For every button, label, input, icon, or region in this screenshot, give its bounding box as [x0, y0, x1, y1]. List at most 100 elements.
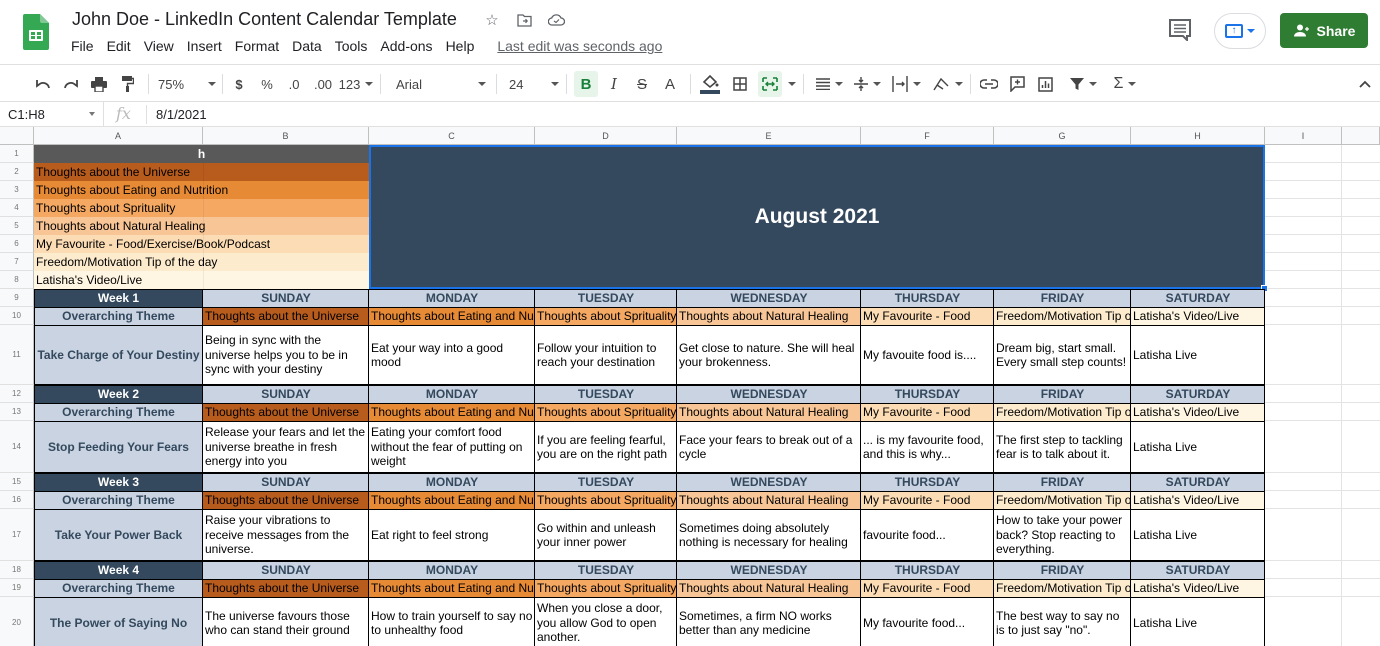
post-cell[interactable]: The first step to tackling fear is to ta…: [994, 421, 1131, 473]
row-header[interactable]: 13: [0, 403, 34, 421]
menu-file[interactable]: File: [71, 38, 94, 54]
legend-item[interactable]: Latisha's Video/Live: [34, 271, 369, 289]
row-header[interactable]: 2: [0, 163, 34, 181]
theme-cell[interactable]: My Favourite - Food: [861, 307, 994, 325]
cloud-saved-icon[interactable]: [547, 11, 565, 29]
day-header[interactable]: TUESDAY: [535, 473, 677, 491]
row-header[interactable]: 7: [0, 253, 34, 271]
share-button[interactable]: Share: [1280, 13, 1368, 48]
sheets-logo-icon[interactable]: [23, 14, 49, 50]
menu-tools[interactable]: Tools: [335, 38, 368, 54]
theme-cell[interactable]: Latisha's Video/Live: [1131, 403, 1265, 421]
insert-chart-icon[interactable]: [1035, 65, 1055, 103]
theme-cell[interactable]: Thoughts about Eating and Nu: [369, 307, 535, 325]
day-header[interactable]: MONDAY: [369, 289, 535, 307]
week-label[interactable]: Week 2: [34, 385, 203, 403]
post-cell[interactable]: Being in sync with the universe helps yo…: [203, 325, 369, 385]
theme-cell[interactable]: Thoughts about Eating and Nu: [369, 491, 535, 509]
text-rotation-icon[interactable]: [930, 65, 964, 103]
column-header[interactable]: [1342, 127, 1380, 145]
day-header[interactable]: THURSDAY: [861, 561, 994, 579]
week-title[interactable]: The Power of Saying No: [34, 597, 203, 646]
day-header[interactable]: FRIDAY: [994, 385, 1131, 403]
day-header[interactable]: WEDNESDAY: [677, 385, 861, 403]
row-header[interactable]: 1: [0, 145, 34, 163]
post-cell[interactable]: The best way to say no is to just say "n…: [994, 597, 1131, 646]
theme-cell[interactable]: Thoughts about Sprituality: [535, 579, 677, 597]
month-banner[interactable]: August 2021: [369, 145, 1265, 289]
day-header[interactable]: WEDNESDAY: [677, 289, 861, 307]
post-cell[interactable]: ... is my favourite food, and this is wh…: [861, 421, 994, 473]
post-cell[interactable]: Face your fears to break out of a cycle: [677, 421, 861, 473]
strikethrough-button[interactable]: S: [632, 65, 652, 103]
theme-cell[interactable]: Freedom/Motivation Tip o: [994, 491, 1131, 509]
present-button[interactable]: ↑: [1214, 13, 1266, 49]
row-header[interactable]: 20: [0, 597, 34, 646]
row-header[interactable]: 17: [0, 509, 34, 561]
post-cell[interactable]: Latisha Live: [1131, 421, 1265, 473]
day-header[interactable]: THURSDAY: [861, 473, 994, 491]
post-cell[interactable]: My favouite food is....: [861, 325, 994, 385]
week-title[interactable]: Take Your Power Back: [34, 509, 203, 561]
theme-cell[interactable]: Thoughts about Eating and Nu: [369, 403, 535, 421]
font-family-select[interactable]: Arial: [396, 65, 486, 103]
merge-options-dropdown[interactable]: [783, 65, 795, 103]
day-header[interactable]: SUNDAY: [203, 385, 369, 403]
day-header[interactable]: SUNDAY: [203, 289, 369, 307]
column-header[interactable]: G: [994, 127, 1131, 145]
day-header[interactable]: FRIDAY: [994, 561, 1131, 579]
menu-addons[interactable]: Add-ons: [380, 38, 432, 54]
column-header[interactable]: F: [861, 127, 994, 145]
post-cell[interactable]: My favourite food...: [861, 597, 994, 646]
percent-format-button[interactable]: %: [258, 65, 276, 103]
row-header[interactable]: 12: [0, 385, 34, 403]
theme-cell[interactable]: Latisha's Video/Live: [1131, 491, 1265, 509]
day-header[interactable]: SATURDAY: [1131, 289, 1265, 307]
star-icon[interactable]: ☆: [483, 11, 501, 29]
theme-cell[interactable]: Latisha's Video/Live: [1131, 579, 1265, 597]
column-header[interactable]: A: [34, 127, 203, 145]
theme-cell[interactable]: Thoughts about Sprituality: [535, 491, 677, 509]
paint-format-icon[interactable]: [118, 65, 138, 103]
redo-icon[interactable]: [61, 65, 81, 103]
post-cell[interactable]: Eating your comfort food without the fea…: [369, 421, 535, 473]
day-header[interactable]: TUESDAY: [535, 561, 677, 579]
legend-item[interactable]: Freedom/Motivation Tip of the day: [34, 253, 369, 271]
row-header[interactable]: 18: [0, 561, 34, 579]
post-cell[interactable]: Sometimes, a firm NO works better than a…: [677, 597, 861, 646]
legend-item[interactable]: My Favourite - Food/Exercise/Book/Podcas…: [34, 235, 369, 253]
column-header[interactable]: E: [677, 127, 861, 145]
post-cell[interactable]: favourite food...: [861, 509, 994, 561]
text-wrapping-icon[interactable]: [890, 65, 922, 103]
theme-cell[interactable]: Freedom/Motivation Tip o: [994, 403, 1131, 421]
post-cell[interactable]: Release your fears and let the universe …: [203, 421, 369, 473]
theme-cell[interactable]: Thoughts about the Universe: [203, 491, 369, 509]
menu-help[interactable]: Help: [446, 38, 475, 54]
post-cell[interactable]: How to take your power back? Stop reacti…: [994, 509, 1131, 561]
row-header[interactable]: 14: [0, 421, 34, 473]
menu-insert[interactable]: Insert: [187, 38, 222, 54]
functions-select[interactable]: Σ: [1110, 65, 1140, 103]
move-to-folder-icon[interactable]: [515, 11, 533, 29]
insert-comment-icon[interactable]: [1007, 65, 1027, 103]
row-header[interactable]: 10: [0, 307, 34, 325]
post-cell[interactable]: Eat right to feel strong: [369, 509, 535, 561]
row-header[interactable]: 3: [0, 181, 34, 199]
column-header[interactable]: D: [535, 127, 677, 145]
comment-history-icon[interactable]: [1168, 19, 1192, 41]
fill-color-icon[interactable]: [699, 65, 721, 103]
decrease-decimal-button[interactable]: .0: [283, 65, 305, 103]
day-header[interactable]: TUESDAY: [535, 289, 677, 307]
day-header[interactable]: MONDAY: [369, 385, 535, 403]
currency-format-button[interactable]: $: [230, 65, 248, 103]
borders-icon[interactable]: [731, 65, 749, 103]
post-cell[interactable]: Get close to nature. She will heal your …: [677, 325, 861, 385]
formula-input[interactable]: 8/1/2021: [156, 107, 207, 122]
overarching-theme-label[interactable]: Overarching Theme: [34, 491, 203, 509]
week-label[interactable]: Week 3: [34, 473, 203, 491]
row-header[interactable]: 8: [0, 271, 34, 289]
theme-cell[interactable]: Thoughts about Natural Healing: [677, 307, 861, 325]
theme-cell[interactable]: My Favourite - Food: [861, 491, 994, 509]
more-formats-select[interactable]: 123: [339, 65, 372, 103]
horizontal-align-icon[interactable]: [814, 65, 844, 103]
